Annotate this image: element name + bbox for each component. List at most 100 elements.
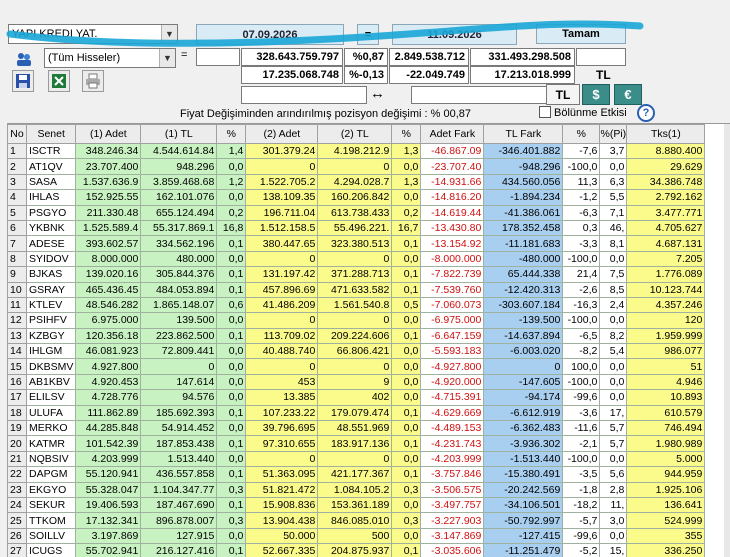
- table-cell: EKGYO: [25, 481, 77, 498]
- table-cell: 453: [245, 373, 319, 391]
- table-row[interactable]: 13 KZBGY 120.356.18 223.862.500 0,1 113.709.0…: [7, 327, 706, 345]
- column-header[interactable]: %: [562, 124, 601, 144]
- column-header[interactable]: (2) TL: [317, 124, 393, 144]
- table-cell: 183.917.136: [317, 435, 393, 452]
- table-row[interactable]: 6 YKBNK 1.525.589.4 55.317.869.1 16,8 1.512.1…: [7, 219, 706, 237]
- table-row[interactable]: 21 NQBSIV 4.203.999 1.513.440 0,0 0 0 0,0 -4.203…: [7, 450, 706, 468]
- table-cell: -14.637.894: [483, 327, 564, 345]
- table-row[interactable]: 7 ADESE 393.602.57 334.562.196 0,1 380.447.65…: [7, 235, 706, 252]
- table-row[interactable]: 12 PSIHFV 6.975.000 139.500 0,0 0 0 0,0 -6.975.0…: [7, 312, 706, 329]
- column-header[interactable]: Senet: [25, 124, 77, 144]
- table-row[interactable]: 19 MERKO 44.285.848 54.914.452 0,0 39.796.695…: [7, 420, 706, 437]
- table-cell: KTLEV: [25, 296, 77, 314]
- group-combo-value: (Tüm Hisseler): [48, 52, 121, 64]
- table-cell: 846.085.010: [317, 512, 393, 529]
- table-cell: 111.862.89: [75, 404, 142, 422]
- start-date-box[interactable]: 07.09.2026: [196, 24, 344, 45]
- column-header[interactable]: Adet Fark: [420, 124, 485, 144]
- table-row[interactable]: 26 SOILLV 3.197.869 127.915 0,0 50.000 500 0,0-…: [7, 527, 706, 545]
- table-cell: 0: [317, 250, 393, 268]
- help-icon[interactable]: ?: [637, 104, 655, 122]
- column-header[interactable]: (2) Adet: [245, 124, 319, 144]
- table-cell: 0,0: [391, 250, 422, 268]
- table-cell: -303.607.184: [483, 296, 564, 314]
- column-header[interactable]: %: [216, 124, 247, 144]
- table-cell: 72.809.441: [140, 343, 218, 360]
- table-cell: 10.123.744: [626, 281, 706, 298]
- column-header[interactable]: TL Fark: [483, 124, 564, 144]
- table-cell: PSGYO: [25, 204, 77, 221]
- table-cell: 27: [7, 543, 27, 557]
- table-cell: -346.401.882: [483, 142, 564, 160]
- table-cell: NQBSIV: [25, 450, 77, 468]
- column-header[interactable]: %(Pi): [599, 124, 628, 144]
- table-row[interactable]: 3 SASA 1.537.636.9 3.859.468.68 1,2 1.522.705…: [7, 173, 706, 191]
- table-row[interactable]: 24 SEKUR 19.406.593 187.467.690 0,1 15.908.83…: [7, 496, 706, 514]
- table-cell: -1,2: [562, 189, 601, 206]
- table-cell: 6.975.000: [75, 312, 142, 329]
- chevron-down-icon[interactable]: ▼: [161, 25, 177, 43]
- table-cell: 113.709.02: [245, 327, 319, 345]
- ok-button[interactable]: Tamam: [536, 24, 626, 44]
- table-row[interactable]: 16 AB1KBV 4.920.453 147.614 0,0 453 9 0,0 -4.920…: [7, 373, 706, 391]
- table-cell: -100,0: [562, 250, 601, 268]
- table-row[interactable]: 10 GSRAY 465.436.45 484.053.894 0,1 457.896.6…: [7, 281, 706, 298]
- table-row[interactable]: 15 DKBSMV 4.927.800 0 0,0 0 0 0,0 -4.927.800 0 100…: [7, 358, 706, 375]
- stock-combo[interactable]: YAPI KREDI YAT. ▼: [8, 24, 178, 44]
- table-cell: 0,0: [216, 450, 247, 468]
- table-cell: 25: [7, 512, 27, 529]
- table-cell: 94.576: [140, 389, 218, 406]
- table-cell: -34.106.501: [483, 496, 564, 514]
- table-cell: -18,2: [562, 496, 601, 514]
- table-row[interactable]: 18 ULUFA 111.862.89 185.692.393 0,1 107.233.2…: [7, 404, 706, 422]
- usd-currency-button[interactable]: $: [582, 84, 610, 105]
- eur-currency-button[interactable]: €: [614, 84, 642, 105]
- save-icon[interactable]: [12, 70, 34, 92]
- swap-arrow-icon[interactable]: ↔: [370, 85, 385, 102]
- table-row[interactable]: 2 AT1QV 23.707.400 948.296 0,0 0 0 0,0 -23.707.4…: [7, 158, 706, 175]
- group-icon[interactable]: [13, 48, 35, 70]
- table-cell: 55.120.941: [75, 466, 142, 483]
- table-row[interactable]: 4 IHLAS 152.925.55 162.101.076 0,0 138.109.35…: [7, 189, 706, 206]
- excel-icon[interactable]: [48, 70, 70, 92]
- table-cell: 0,0: [391, 527, 422, 545]
- table-row[interactable]: 5 PSGYO 211.330.48 655.124.494 0,2 196.711.04…: [7, 204, 706, 221]
- table-cell: 100,0: [562, 358, 601, 375]
- tl-label: TL: [596, 68, 611, 82]
- table-cell: 3,0: [599, 512, 628, 529]
- table-cell: 29.629: [626, 158, 706, 175]
- column-header[interactable]: %: [391, 124, 422, 144]
- table-row[interactable]: 8 SYIDOV 8.000.000 480.000 0,0 0 0 0,0 -8.000.00…: [7, 250, 706, 268]
- column-header[interactable]: (1) TL: [140, 124, 218, 144]
- table-row[interactable]: 22 DAPGM 55.120.941 436.557.858 0,1 51.363.09…: [7, 466, 706, 483]
- table-cell: 1.525.589.4: [75, 219, 142, 237]
- table-row[interactable]: 25 TTKOM 17.132.341 896.878.007 0,3 13.904.43…: [7, 512, 706, 529]
- empty-box-left[interactable]: [196, 48, 240, 66]
- table-cell: -4.203.999: [420, 450, 485, 468]
- table-cell: 0,5: [391, 296, 422, 314]
- column-header[interactable]: No: [7, 124, 27, 144]
- group-combo[interactable]: (Tüm Hisseler) ▼: [44, 48, 176, 68]
- table-cell: -94.174: [483, 389, 564, 406]
- print-icon[interactable]: [82, 70, 104, 92]
- column-header[interactable]: (1) Adet: [75, 124, 142, 144]
- table-row[interactable]: 23 EKGYO 55.328.047 1.104.347.77 0,3 51.821.4…: [7, 481, 706, 498]
- table-row[interactable]: 11 KTLEV 48.546.282 1.865.148.07 0,6 41.486.2…: [7, 296, 706, 314]
- table-cell: 0,0: [391, 158, 422, 175]
- filter-box-1[interactable]: [241, 86, 367, 104]
- table-cell: -4.920.000: [420, 373, 485, 391]
- table-row[interactable]: 20 KATMR 101.542.39 187.853.438 0,1 97.310.65…: [7, 435, 706, 452]
- table-cell: -99,6: [562, 389, 601, 406]
- vertical-scrollbar[interactable]: [724, 124, 730, 557]
- table-row[interactable]: 1 ISCTR 348.246.34 4.544.614.84 1,4 301.379.2…: [7, 142, 706, 160]
- tl-currency-button[interactable]: TL: [546, 84, 580, 105]
- table-row[interactable]: 9 BJKAS 139.020.16 305.844.376 0,1 131.197.42…: [7, 266, 706, 283]
- column-header[interactable]: Tks(1): [626, 124, 706, 144]
- chevron-down-icon[interactable]: ▼: [159, 49, 175, 67]
- r1-value-3: 2.849.538.712: [389, 48, 469, 66]
- table-row[interactable]: 17 ELILSV 4.728.776 94.576 0,0 13.385 402 0,0 -4…: [7, 389, 706, 406]
- split-effect-checkbox[interactable]: [539, 106, 551, 118]
- table-row[interactable]: 14 IHLGM 46.081.923 72.809.441 0,0 40.488.740…: [7, 343, 706, 360]
- end-date-box[interactable]: 11.09.2026: [392, 24, 517, 45]
- table-row[interactable]: 27 ICUGS 55.702.941 216.127.416 0,1 52.667.33…: [7, 543, 706, 557]
